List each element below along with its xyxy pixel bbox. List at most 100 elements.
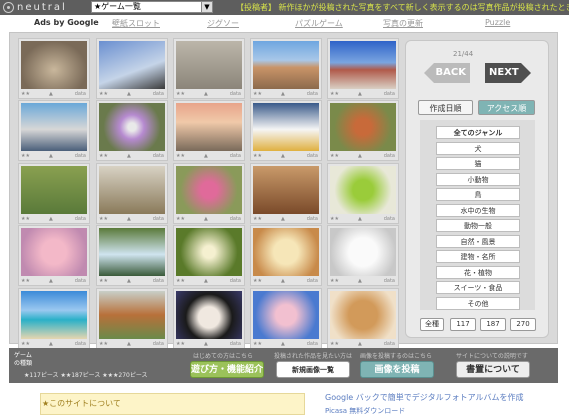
gallery-thumb[interactable]: ★★ ▲ data [18,100,90,161]
count-117-button[interactable]: 117 [450,318,476,331]
gallery-thumb[interactable]: ★★ ▲ data [18,225,90,286]
gallery-thumb[interactable]: ★★ ▲ data [18,38,90,99]
new-images-button[interactable]: 新規画像一覧 [276,361,350,378]
genre-item[interactable]: 猫 [436,157,520,170]
thumb-date: data [229,153,241,159]
gallery-thumb[interactable]: ★★ ▲ data [96,38,168,99]
genre-item[interactable]: 自然・風景 [436,234,520,248]
thumb-date: data [152,91,164,97]
gallery-thumb[interactable]: ★★ ▲ data [250,100,322,161]
thumb-photo[interactable] [21,103,87,151]
gallery-thumb[interactable]: ★★ ▲ data [250,225,322,286]
gallery-thumb[interactable]: ★★ ▲ data [327,100,399,161]
thumb-photo[interactable] [253,166,319,214]
thumb-photo[interactable] [99,41,165,89]
nav-link-4[interactable]: 写真の更新 [383,18,423,29]
gallery-thumb[interactable]: ★★ ▲ data [327,163,399,224]
gallery-thumb[interactable]: ★★ ▲ data [327,225,399,286]
brand-icon [3,1,14,13]
gallery-thumb[interactable]: ★★ ▲ data [173,38,245,99]
triangle-icon: ▲ [358,216,362,222]
thumb-photo[interactable] [21,166,87,214]
gallery-thumb[interactable]: ★★ ▲ data [96,163,168,224]
nav-link-1[interactable]: 壁紙スロット [112,18,160,29]
thumb-date: data [383,153,395,159]
gallery-thumb[interactable]: ★★ ▲ data [173,100,245,161]
thumb-photo[interactable] [99,103,165,151]
post-image-button[interactable]: 画像を投稿 [360,361,434,378]
thumb-photo[interactable] [99,228,165,276]
gallery-thumb[interactable]: ★★ ▲ data [173,288,245,349]
genre-item[interactable]: 小動物 [436,172,520,186]
triangle-icon: ▲ [204,278,208,284]
brand-logo[interactable]: neutral [3,1,67,14]
genre-item[interactable]: 犬 [436,141,520,155]
thumb-photo[interactable] [253,228,319,276]
genre-item[interactable]: 鳥 [436,188,520,201]
ads-label[interactable]: Ads by Google [34,18,99,27]
thumb-photo[interactable] [176,228,242,276]
triangle-icon: ▲ [204,341,208,347]
about-button[interactable]: 書置について [456,361,530,378]
sort-by-date-button[interactable]: 作成日順 [418,100,473,115]
genre-item[interactable]: スイーツ・食品 [436,281,520,294]
gallery-thumb[interactable]: ★★ ▲ data [173,225,245,286]
gallery-thumb[interactable]: ★★ ▲ data [250,163,322,224]
genre-item[interactable]: 水中の生物 [436,203,520,217]
promo-link[interactable]: Google バックで簡単でデジタルフォトアルバムを作成 [325,392,524,403]
genre-item[interactable]: 建物・名所 [436,250,520,263]
nav-link-5[interactable]: Puzzle [485,18,510,27]
thumb-photo[interactable] [176,291,242,339]
thumb-stars: ★★ [330,216,339,222]
thumb-photo[interactable] [330,103,396,151]
chevron-down-icon[interactable]: ▼ [201,2,212,12]
thumb-stars: ★★ [330,278,339,284]
triangle-icon: ▲ [281,216,285,222]
thumb-photo[interactable] [253,103,319,151]
gallery-thumb[interactable]: ★★ ▲ data [96,100,168,161]
gallery-thumb[interactable]: ★★ ▲ data [96,225,168,286]
thumb-photo[interactable] [99,166,165,214]
thumb-photo[interactable] [99,291,165,339]
game-type-info: ゲーム の種類 [14,352,32,368]
how-to-play-button[interactable]: 遊び方・機能紹介 [190,361,264,378]
thumb-photo[interactable] [176,41,242,89]
notice-text: 【投稿者】 新作ほかが投稿された写真をすべて新しく表示するのは写真作品が投稿され… [236,3,569,12]
thumb-photo[interactable] [253,291,319,339]
nav-link-3[interactable]: パズルゲーム [295,18,343,29]
thumb-date: data [306,278,318,284]
genre-item[interactable]: 全てのジャンル [436,126,520,139]
gallery-thumb[interactable]: ★★ ▲ data [250,288,322,349]
gallery-thumb[interactable]: ★★ ▲ data [96,288,168,349]
thumb-photo[interactable] [21,291,87,339]
genre-item[interactable]: 花・植物 [436,265,520,279]
thumb-photo[interactable] [330,166,396,214]
gallery-thumb[interactable]: ★★ ▲ data [327,288,399,349]
thumb-date: data [74,278,86,284]
thumb-photo[interactable] [330,41,396,89]
genre-item[interactable]: 動物一般 [436,219,520,232]
thumb-photo[interactable] [176,103,242,151]
thumb-photo[interactable] [253,41,319,89]
thumb-meta: ★★ ▲ data [176,340,242,348]
gallery-thumb[interactable]: ★★ ▲ data [173,163,245,224]
thumb-meta: ★★ ▲ data [330,215,396,223]
gallery-thumb[interactable]: ★★ ▲ data [250,38,322,99]
thumb-photo[interactable] [21,228,87,276]
genre-item[interactable]: その他 [436,296,520,310]
sort-by-access-button[interactable]: アクセス順 [478,100,535,115]
thumb-photo[interactable] [330,291,396,339]
count-all-button[interactable]: 全種 [420,318,444,331]
count-270-button[interactable]: 270 [510,318,536,331]
thumb-photo[interactable] [21,41,87,89]
gallery-thumb[interactable]: ★★ ▲ data [18,163,90,224]
gallery-thumb[interactable]: ★★ ▲ data [18,288,90,349]
thumb-stars: ★★ [21,216,30,222]
about-site-link[interactable]: ★このサイトについて [42,398,121,409]
nav-link-2[interactable]: ジグソー [207,18,239,29]
game-select[interactable]: ★ゲーム一覧 ▼ [91,1,213,13]
thumb-photo[interactable] [330,228,396,276]
gallery-thumb[interactable]: ★★ ▲ data [327,38,399,99]
thumb-photo[interactable] [176,166,242,214]
count-187-button[interactable]: 187 [480,318,506,331]
